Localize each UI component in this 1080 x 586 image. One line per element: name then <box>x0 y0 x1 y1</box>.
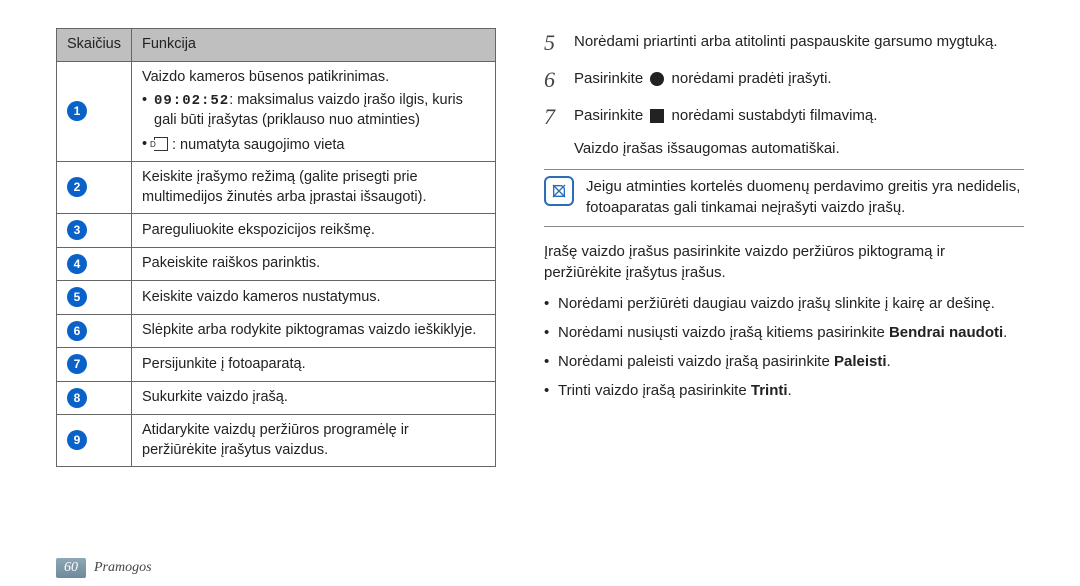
bullet-number-icon: 6 <box>67 321 87 341</box>
bullet-number-icon: 2 <box>67 177 87 197</box>
list-item: Norėdami paleisti vaizdo įrašą pasirinki… <box>544 351 1024 372</box>
step-number: 6 <box>544 65 564 96</box>
table-header-function: Funkcija <box>132 29 496 62</box>
list-item: Norėdami peržiūrėti daugiau vaizdo įrašų… <box>544 293 1024 314</box>
table-row: 2 Keiskite įrašymo režimą (galite priseg… <box>57 162 496 214</box>
table-header-number: Skaičius <box>57 29 132 62</box>
note-box: Jeigu atminties kortelės duomenų perdavi… <box>544 169 1024 227</box>
step-number: 5 <box>544 28 564 59</box>
bullet-number-icon: 7 <box>67 354 87 374</box>
list-item: Norėdami nusiųsti vaizdo įrašą kitiems p… <box>544 322 1024 343</box>
row1-storage-item: : numatyta saugojimo vieta <box>142 135 485 156</box>
clock-icon: 09:02:52 <box>154 93 229 109</box>
table-row: 3 Pareguliuokite ekspozicijos reikšmę. <box>57 214 496 247</box>
table-row: 4 Pakeiskite raiškos parinktis. <box>57 247 496 280</box>
bullet-number-icon: 8 <box>67 388 87 408</box>
table-row: 8 Sukurkite vaizdo įrašą. <box>57 381 496 414</box>
step-7: 7 Pasirinkite norėdami sustabdyti filmav… <box>544 102 1024 133</box>
note-icon <box>544 176 574 206</box>
stop-icon <box>650 109 664 123</box>
bullet-number-icon: 9 <box>67 430 87 450</box>
page-footer: 60 Pramogos <box>56 558 1024 586</box>
function-table: Skaičius Funkcija 1 Vaizdo kameros būsen… <box>56 28 496 467</box>
bullet-list: Norėdami peržiūrėti daugiau vaizdo įrašų… <box>544 293 1024 401</box>
table-row: 1 Vaizdo kameros būsenos patikrinimas. 0… <box>57 61 496 162</box>
table-row: 9 Atidarykite vaizdų peržiūros programėl… <box>57 415 496 467</box>
bullet-number-icon: 3 <box>67 220 87 240</box>
note-text: Jeigu atminties kortelės duomenų perdavi… <box>586 176 1024 218</box>
step-5: 5 Norėdami priartinti arba atitolinti pa… <box>544 28 1024 59</box>
table-row: 6 Slėpkite arba rodykite piktogramas vai… <box>57 314 496 347</box>
after-note: Įrašę vaizdo įrašus pasirinkite vaizdo p… <box>544 241 1024 283</box>
bullet-number-icon: 5 <box>67 287 87 307</box>
bullet-number-icon: 4 <box>67 254 87 274</box>
row1-lead: Vaizdo kameros būsenos patikrinimas. <box>142 68 485 88</box>
list-item: Trinti vaizdo įrašą pasirinkite Trinti. <box>544 380 1024 401</box>
step-number: 7 <box>544 102 564 133</box>
function-table-column: Skaičius Funkcija 1 Vaizdo kameros būsen… <box>56 28 496 554</box>
record-icon <box>650 72 664 86</box>
page-number: 60 <box>56 558 86 578</box>
table-row: 7 Persijunkite į fotoaparatą. <box>57 348 496 381</box>
instruction-column: 5 Norėdami priartinti arba atitolinti pa… <box>544 28 1024 554</box>
auto-save-text: Vaizdo įrašas išsaugomas automatiškai. <box>574 138 1024 159</box>
table-row: 5 Keiskite vaizdo kameros nustatymus. <box>57 281 496 314</box>
page-section: Pramogos <box>94 560 152 576</box>
step-6: 6 Pasirinkite norėdami pradėti įrašyti. <box>544 65 1024 96</box>
storage-icon <box>154 137 168 151</box>
row1-time-item: 09:02:52: maksimalus vaizdo įrašo ilgis,… <box>142 91 485 130</box>
bullet-number-icon: 1 <box>67 101 87 121</box>
